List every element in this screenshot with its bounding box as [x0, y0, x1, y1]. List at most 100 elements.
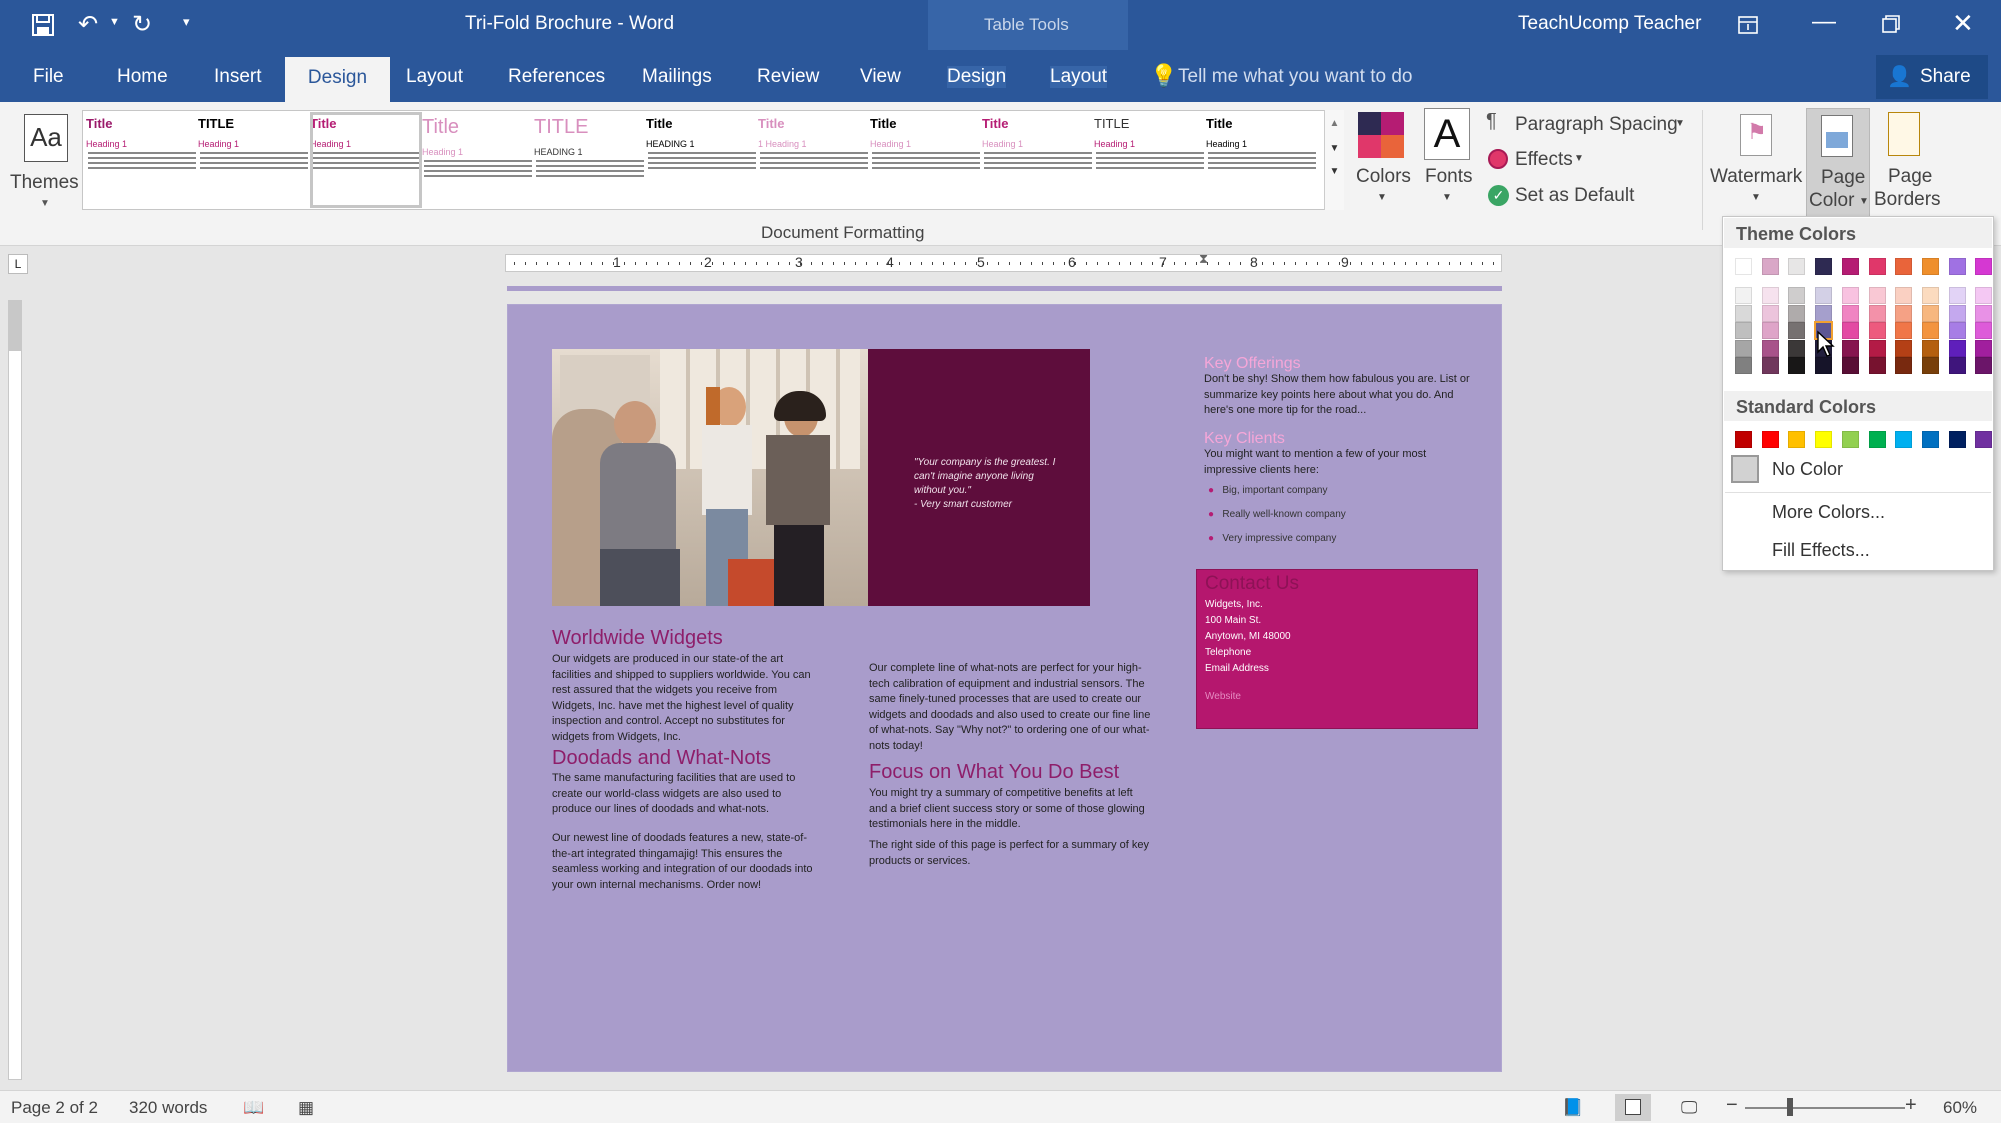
theme-color-shade-swatch[interactable]	[1948, 357, 1966, 374]
standard-color-swatch[interactable]	[1735, 431, 1752, 448]
theme-color-shade-swatch[interactable]	[1788, 322, 1806, 339]
theme-color-shade-swatch[interactable]	[1921, 339, 1939, 357]
theme-color-swatch[interactable]	[1841, 258, 1859, 275]
indent-marker-icon[interactable]: ⧗	[1199, 251, 1208, 267]
theme-color-shade-swatch[interactable]	[1735, 304, 1752, 322]
standard-color-swatch[interactable]	[1841, 431, 1859, 448]
theme-color-swatch[interactable]	[1921, 258, 1939, 275]
theme-color-shade-swatch[interactable]	[1868, 339, 1886, 357]
page-borders-label-2[interactable]: Borders	[1874, 189, 1941, 211]
save-icon[interactable]	[32, 14, 54, 36]
vertical-ruler[interactable]	[8, 300, 22, 1080]
tab-file[interactable]: File	[33, 66, 64, 88]
paragraph-whatnots[interactable]: Our complete line of what-nots are perfe…	[869, 661, 1151, 754]
paragraph-spacing-button[interactable]: Paragraph Spacing	[1515, 114, 1678, 136]
heading-focus[interactable]: Focus on What You Do Best	[869, 761, 1119, 784]
page-color-button[interactable]: Page Color ▼	[1806, 108, 1870, 218]
style-set-item[interactable]: TITLE Heading 1	[198, 112, 310, 208]
style-set-item[interactable]: Title Heading 1	[982, 112, 1094, 208]
theme-color-shade-swatch[interactable]	[1975, 304, 1993, 322]
theme-color-shade-swatch[interactable]	[1735, 339, 1752, 357]
tab-design[interactable]: Design	[285, 57, 390, 102]
contact-box[interactable]: Contact Us Widgets, Inc. 100 Main St. An…	[1196, 569, 1478, 729]
standard-color-swatch[interactable]	[1895, 431, 1913, 448]
document-page[interactable]: "Your company is the greatest. I can't i…	[507, 304, 1502, 1072]
theme-color-shade-swatch[interactable]	[1815, 287, 1833, 304]
theme-color-shade-swatch[interactable]	[1975, 287, 1993, 304]
style-set-item[interactable]: Title Heading 1	[870, 112, 982, 208]
theme-color-shade-swatch[interactable]	[1841, 322, 1859, 339]
theme-color-shade-swatch[interactable]	[1868, 304, 1886, 322]
print-layout-icon[interactable]	[1615, 1094, 1651, 1121]
paragraph-worldwide[interactable]: Our widgets are produced in our state-of…	[552, 652, 816, 745]
theme-color-shade-swatch[interactable]	[1761, 322, 1779, 339]
colors-button[interactable]: Colors	[1356, 166, 1411, 188]
heading-worldwide-widgets[interactable]: Worldwide Widgets	[552, 627, 723, 650]
no-color-item[interactable]: No Color	[1727, 453, 1989, 485]
theme-color-shade-swatch[interactable]	[1735, 357, 1752, 374]
theme-color-shade-swatch[interactable]	[1895, 322, 1913, 339]
paragraph-clients[interactable]: You might want to mention a few of your …	[1204, 447, 1474, 478]
tab-mailings[interactable]: Mailings	[642, 66, 712, 88]
user-name[interactable]: TeachUcomp Teacher	[1518, 13, 1701, 35]
read-mode-icon[interactable]: 📘	[1562, 1098, 1583, 1118]
theme-color-shade-swatch[interactable]	[1735, 322, 1752, 339]
theme-color-shade-swatch[interactable]	[1815, 304, 1833, 322]
theme-color-shade-swatch[interactable]	[1895, 304, 1913, 322]
effects-button[interactable]: Effects	[1515, 149, 1573, 171]
theme-color-shade-swatch[interactable]	[1761, 357, 1779, 374]
tab-home[interactable]: Home	[117, 66, 168, 88]
undo-icon[interactable]: ↶	[78, 10, 98, 39]
client-item[interactable]: ● Really well-known company	[1208, 509, 1346, 520]
theme-color-shade-swatch[interactable]	[1921, 322, 1939, 339]
paragraph-focus-1[interactable]: You might try a summary of competitive b…	[869, 786, 1151, 833]
theme-color-shade-swatch[interactable]	[1788, 304, 1806, 322]
people-photo[interactable]	[552, 349, 868, 606]
quote-box[interactable]: "Your company is the greatest. I can't i…	[868, 349, 1090, 606]
heading-key-clients[interactable]: Key Clients	[1204, 430, 1285, 448]
theme-color-shade-swatch[interactable]	[1868, 357, 1886, 374]
theme-color-shade-swatch[interactable]	[1948, 287, 1966, 304]
theme-color-shade-swatch[interactable]	[1948, 339, 1966, 357]
style-set-item[interactable]: Title HEADING 1	[646, 112, 758, 208]
heading-key-offerings[interactable]: Key Offerings	[1204, 355, 1301, 373]
standard-color-swatch[interactable]	[1921, 431, 1939, 448]
theme-color-shade-swatch[interactable]	[1868, 322, 1886, 339]
standard-color-swatch[interactable]	[1788, 431, 1806, 448]
heading-doodads[interactable]: Doodads and What-Nots	[552, 747, 771, 770]
tab-insert[interactable]: Insert	[214, 66, 262, 88]
tab-references[interactable]: References	[508, 66, 605, 88]
page-count[interactable]: Page 2 of 2	[11, 1098, 98, 1118]
close-icon[interactable]: ✕	[1952, 8, 1974, 39]
theme-color-shade-swatch[interactable]	[1895, 339, 1913, 357]
client-item[interactable]: ● Big, important company	[1208, 485, 1327, 496]
zoom-in-icon[interactable]: +	[1905, 1094, 1917, 1117]
style-set-item[interactable]: Title Heading 1	[422, 112, 534, 208]
page-borders-label-1[interactable]: Page	[1888, 166, 1932, 188]
theme-color-shade-swatch[interactable]	[1788, 339, 1806, 357]
standard-color-swatch[interactable]	[1761, 431, 1779, 448]
customize-qat-icon[interactable]: ▾	[183, 14, 190, 30]
themes-button[interactable]: Aa Themes ▼	[8, 108, 79, 218]
theme-color-shade-swatch[interactable]	[1841, 357, 1859, 374]
theme-color-swatch[interactable]	[1895, 258, 1913, 275]
standard-color-swatch[interactable]	[1975, 431, 1993, 448]
word-count[interactable]: 320 words	[129, 1098, 207, 1118]
theme-color-shade-swatch[interactable]	[1975, 339, 1993, 357]
horizontal-ruler[interactable]: 123456789 ⧗	[505, 251, 1502, 272]
standard-color-swatch[interactable]	[1948, 431, 1966, 448]
minimize-icon[interactable]: —	[1812, 8, 1836, 36]
client-item[interactable]: ● Very impressive company	[1208, 533, 1336, 544]
theme-color-shade-swatch[interactable]	[1841, 287, 1859, 304]
set-as-default-button[interactable]: Set as Default	[1515, 185, 1634, 207]
fill-effects-item[interactable]: Fill Effects...	[1772, 540, 1870, 561]
theme-color-swatch[interactable]	[1788, 258, 1806, 275]
zoom-level[interactable]: 60%	[1943, 1098, 1977, 1118]
restore-icon[interactable]	[1882, 15, 1900, 33]
theme-color-shade-swatch[interactable]	[1761, 304, 1779, 322]
theme-color-shade-swatch[interactable]	[1948, 322, 1966, 339]
watermark-button[interactable]: Watermark	[1710, 166, 1802, 188]
theme-color-shade-swatch[interactable]	[1761, 287, 1779, 304]
web-layout-icon[interactable]: 🖵	[1681, 1098, 1697, 1118]
theme-color-swatch[interactable]	[1868, 258, 1886, 275]
